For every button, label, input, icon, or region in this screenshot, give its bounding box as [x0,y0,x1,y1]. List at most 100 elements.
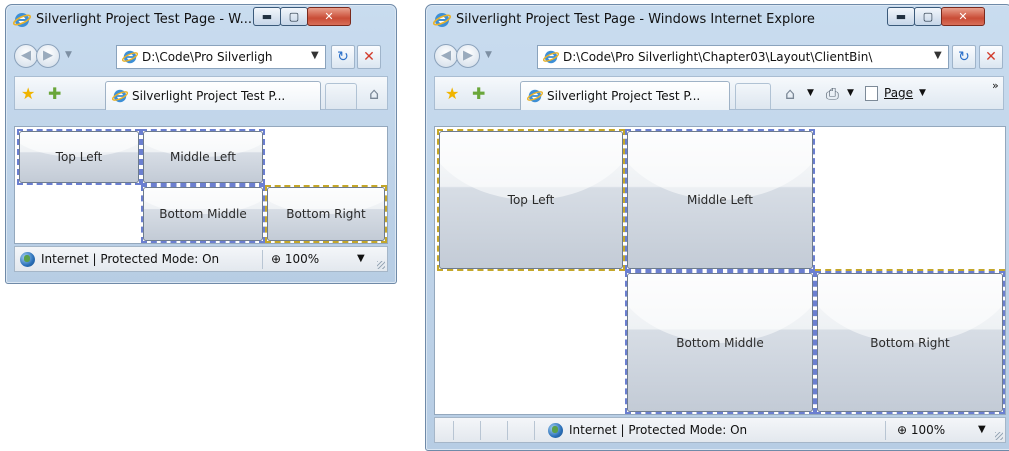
bottom-middle-button[interactable]: Bottom Middle [627,273,813,412]
page-content: Top Left Middle Left Bottom Middle Botto… [434,126,1006,415]
maximize-button[interactable]: ▢ [280,7,308,26]
page-menu[interactable]: Page [884,86,913,100]
home-dropdown-icon[interactable]: ▼ [807,88,814,98]
back-button[interactable]: ◀ [14,44,38,68]
address-bar[interactable]: D:\Code\Pro Silverlight\Chapter03\Layout… [537,45,949,69]
zoom-dropdown-icon[interactable]: ▼ [357,253,365,264]
tab-toolbar: ★ ✚ Silverlight Project Test P... ⌂ [14,76,388,110]
button-label: Middle Left [169,150,237,164]
button-label: Top Left [507,193,555,207]
internet-zone-icon [20,252,35,267]
grid-cell-top-left: Top Left [437,129,625,271]
close-icon: ✕ [958,10,968,23]
security-zone-text[interactable]: Internet | Protected Mode: On [41,252,219,266]
close-button[interactable]: ✕ [941,7,985,26]
minimize-button[interactable]: ▬ [253,7,281,26]
minimize-button[interactable]: ▬ [887,7,915,26]
tab-ie-icon [527,89,543,103]
close-button[interactable]: ✕ [307,7,351,26]
zoom-icon: ⊕ [271,252,282,266]
large-browser-window: Silverlight Project Test Page - Windows … [425,4,1009,451]
button-label: Bottom Middle [159,207,247,221]
home-icon[interactable]: ⌂ [369,84,379,103]
zoom-dropdown-icon[interactable]: ▼ [978,424,986,435]
address-url: D:\Code\Pro Silverligh [142,50,273,64]
stop-button[interactable]: ✕ [979,45,1003,69]
grid-cell-bottom-right: Bottom Right [265,185,387,243]
recent-pages-dropdown-icon[interactable]: ▼ [65,50,72,60]
add-favorites-icon[interactable]: ✚ [48,84,61,103]
top-left-button[interactable]: Top Left [19,131,139,183]
print-dropdown-icon[interactable]: ▼ [847,88,854,98]
forward-button[interactable]: ▶ [36,44,60,68]
navigation-bar: ◀ ▶ ▼ D:\Code\Pro Silverligh ▼ ↻ ✕ [6,41,396,73]
favorites-star-icon[interactable]: ★ [21,84,35,103]
title-bar[interactable]: Silverlight Project Test Page - W... ▬ ▢… [6,5,396,37]
print-icon[interactable]: ⎙ [826,84,839,104]
forward-button[interactable]: ▶ [456,44,480,68]
bottom-right-button[interactable]: Bottom Right [817,273,1003,412]
back-arrow-icon: ◀ [21,48,31,63]
tab-active[interactable]: Silverlight Project Test P... [105,81,321,110]
grid-cell-bottom-left [437,269,625,271]
address-url: D:\Code\Pro Silverlight\Chapter03\Layout… [563,50,873,64]
window-title: Silverlight Project Test Page - Windows … [456,12,816,27]
window-title: Silverlight Project Test Page - W... [36,12,251,27]
back-button[interactable]: ◀ [434,44,458,68]
grid-cell-bottom-right: Bottom Right [815,271,1005,414]
zoom-value: 100% [910,423,946,437]
security-zone-text[interactable]: Internet | Protected Mode: On [569,423,747,437]
ie-logo-icon [433,13,451,27]
ie-page-icon [122,50,138,64]
home-icon[interactable]: ⌂ [785,84,795,103]
internet-zone-icon [548,423,563,438]
refresh-button[interactable]: ↻ [331,45,355,69]
middle-left-button[interactable]: Middle Left [627,131,813,269]
forward-arrow-icon: ▶ [463,48,473,63]
title-bar[interactable]: Silverlight Project Test Page - Windows … [426,5,1009,37]
zoom-icon: ⊕ [897,423,908,437]
grid-cell-top-left: Top Left [17,129,141,185]
status-separator [885,421,886,440]
back-arrow-icon: ◀ [441,48,451,63]
button-label: Bottom Right [286,207,366,221]
stop-button[interactable]: ✕ [357,45,381,69]
button-label: Bottom Middle [676,335,764,350]
grid-cell-bottom-middle: Bottom Middle [625,271,815,414]
new-tab-button[interactable] [735,83,771,109]
address-dropdown-icon[interactable]: ▼ [311,50,319,61]
button-label: Middle Left [686,193,754,207]
status-separator [480,421,481,440]
top-left-button[interactable]: Top Left [439,131,623,269]
tab-active[interactable]: Silverlight Project Test P... [520,81,730,110]
address-dropdown-icon[interactable]: ▼ [934,50,942,61]
ie-logo-icon [13,13,31,27]
refresh-button[interactable]: ↻ [952,45,976,69]
middle-left-button[interactable]: Middle Left [143,131,263,183]
zoom-level[interactable]: ⊕ 100% [897,423,945,437]
zoom-level[interactable]: ⊕ 100% [271,252,319,266]
maximize-button[interactable]: ▢ [914,7,942,26]
tab-ie-icon [112,89,128,103]
caption-buttons: ▬ ▢ ✕ [887,7,1007,27]
status-separator [507,421,508,440]
tab-toolbar: ★ ✚ Silverlight Project Test P... ⌂ ▼ ⎙ … [434,76,1004,110]
new-tab-button[interactable] [325,83,357,109]
add-favorites-icon[interactable]: ✚ [472,84,485,103]
small-browser-window: Silverlight Project Test Page - W... ▬ ▢… [5,4,397,284]
bottom-middle-button[interactable]: Bottom Middle [143,187,263,241]
favorites-star-icon[interactable]: ★ [445,84,459,103]
minimize-icon: ▬ [261,10,273,23]
stop-icon: ✕ [985,49,997,65]
bottom-right-button[interactable]: Bottom Right [267,187,385,241]
maximize-icon: ▢ [288,10,300,23]
forward-arrow-icon: ▶ [43,48,53,63]
address-bar[interactable]: D:\Code\Pro Silverligh ▼ [116,45,326,69]
more-tools-icon[interactable]: » [992,79,999,92]
page-dropdown-icon[interactable]: ▼ [919,88,926,98]
recent-pages-dropdown-icon[interactable]: ▼ [485,50,492,60]
status-separator [262,250,263,269]
close-icon: ✕ [324,10,334,23]
resize-grip[interactable] [377,261,385,269]
resize-grip[interactable] [995,432,1003,440]
